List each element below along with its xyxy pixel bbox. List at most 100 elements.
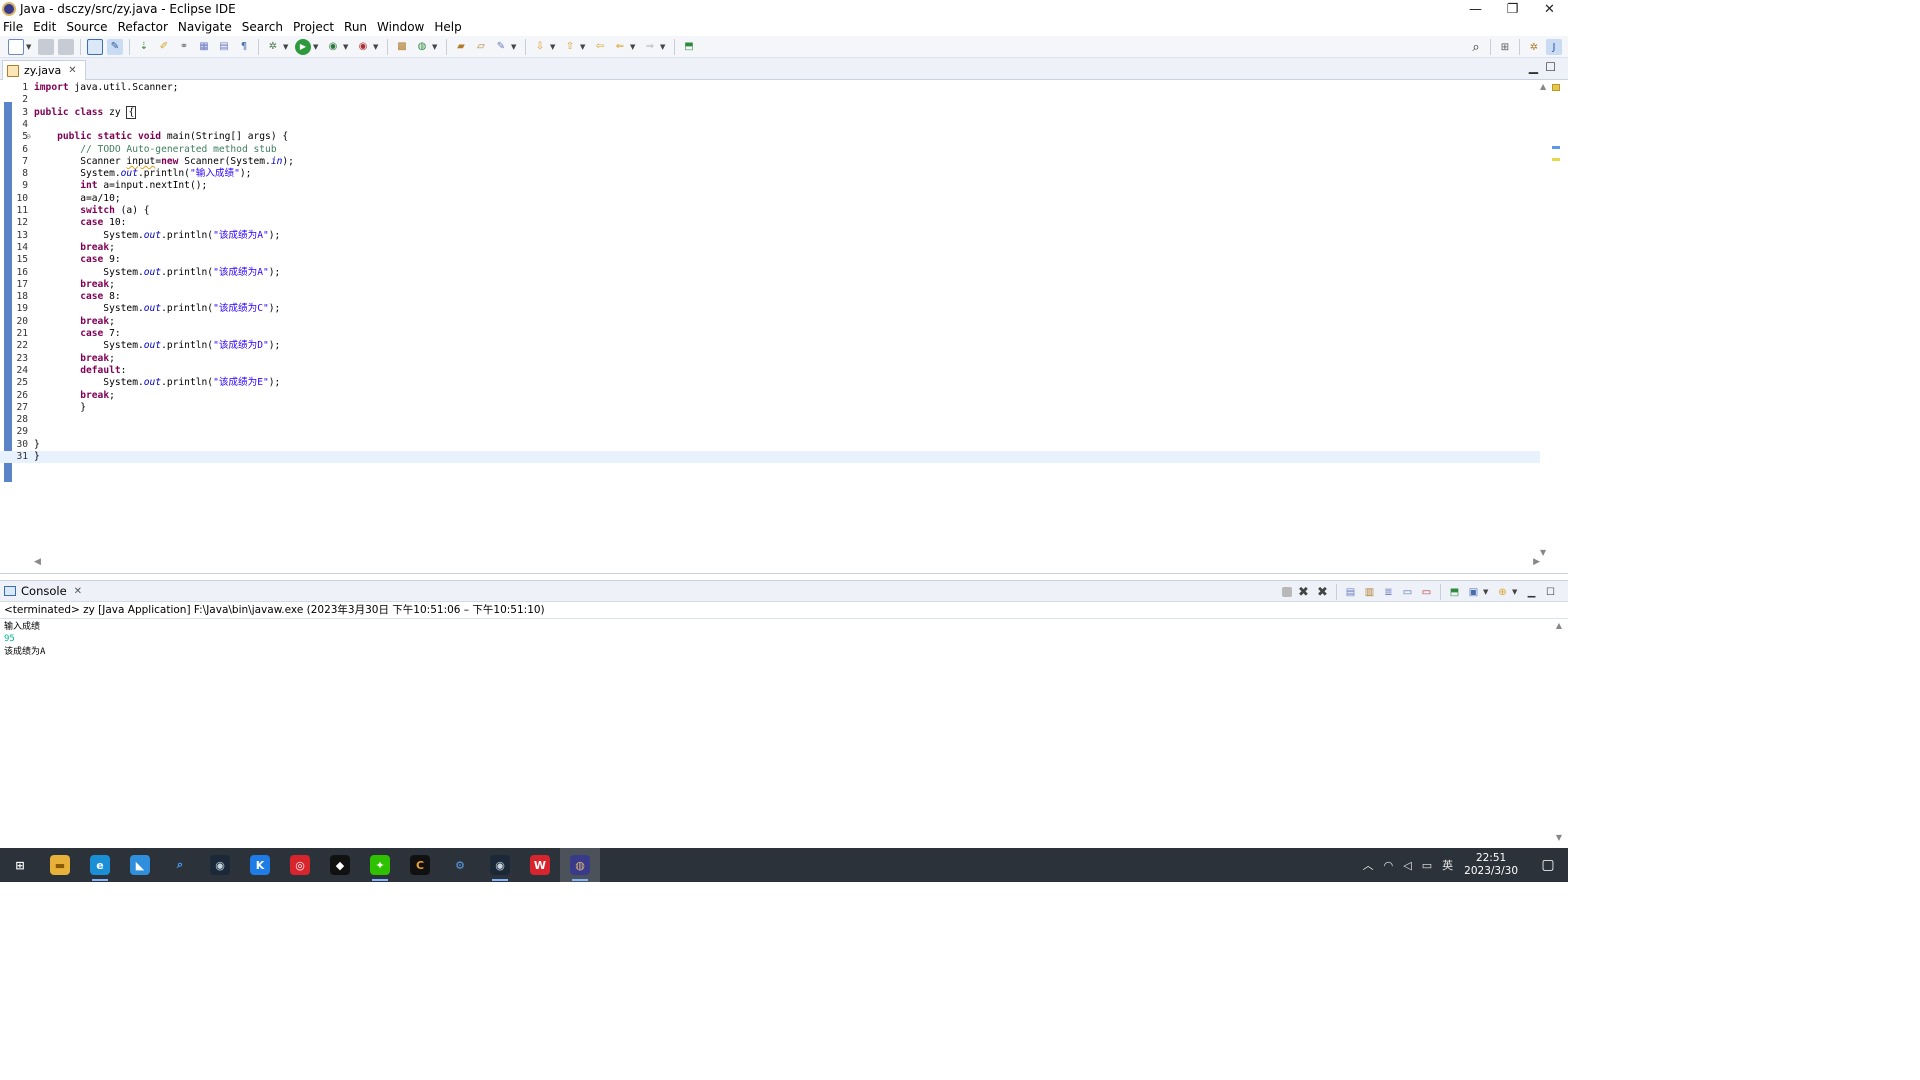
battery-icon[interactable]: ▭ xyxy=(1422,859,1432,872)
remove-launch-icon[interactable]: ✖ xyxy=(1296,585,1311,600)
code-line[interactable]: 21 case 7: xyxy=(0,328,1540,340)
overview-ruler[interactable]: ▲ ▼ xyxy=(1540,80,1562,560)
code-editor[interactable]: 1 import java.util.Scanner; 2 3 public class… xyxy=(0,80,1568,574)
open-task-icon[interactable]: ▱ xyxy=(473,39,489,55)
code-line[interactable]: 30} xyxy=(0,439,1540,451)
forward-icon[interactable]: ⇒ xyxy=(642,39,658,55)
taskbar-app[interactable]: ⊞ xyxy=(0,848,40,882)
new-class-dropdown-icon[interactable]: ▼ xyxy=(432,43,439,51)
clock[interactable]: 22:51 2023/3/30 xyxy=(1464,852,1518,878)
code-line[interactable]: 13 System.out.println("该成绩为A"); xyxy=(0,230,1540,242)
search-icon[interactable]: ⌕ xyxy=(1468,39,1484,55)
toggle-mark-occurrences-icon[interactable]: ✎ xyxy=(107,38,123,55)
show-on-stdout-icon[interactable]: ▭ xyxy=(1400,585,1415,600)
menu-refactor[interactable]: Refactor xyxy=(118,20,168,34)
code-line[interactable]: 11 switch (a) { xyxy=(0,205,1540,217)
fold-toggle-icon[interactable]: ⊖ xyxy=(26,131,31,143)
taskbar-app[interactable]: ▬ xyxy=(40,848,80,882)
run-dropdown-icon[interactable]: ▼ xyxy=(313,43,320,51)
volume-icon[interactable]: ◁ xyxy=(1403,859,1411,872)
terminate-icon[interactable] xyxy=(1282,587,1292,597)
show-whitespace-icon[interactable]: ▤ xyxy=(216,39,232,55)
previous-edit-icon[interactable]: ⇧ xyxy=(562,39,578,55)
block-selection-icon[interactable]: ▦ xyxy=(196,39,212,55)
save-all-icon[interactable] xyxy=(58,38,74,55)
code-line[interactable]: 26 break; xyxy=(0,390,1540,402)
open-console-menu-icon[interactable]: ▼ xyxy=(1512,588,1519,596)
code-line[interactable]: 27 } xyxy=(0,402,1540,414)
show-on-stderr-icon[interactable]: ▭ xyxy=(1419,585,1434,600)
remove-all-terminated-icon[interactable]: ✖ xyxy=(1315,585,1330,600)
close-tab-icon[interactable]: ✕ xyxy=(68,65,76,76)
code-line[interactable]: 22 System.out.println("该成绩为D"); xyxy=(0,340,1540,352)
code-line[interactable]: 28 xyxy=(0,414,1540,426)
debug-icon[interactable]: ✲ xyxy=(265,39,281,55)
back-dropdown-icon[interactable]: ▼ xyxy=(630,43,637,51)
code-line[interactable]: 23 break; xyxy=(0,353,1540,365)
menu-edit[interactable]: Edit xyxy=(33,20,56,34)
minimize-console-icon[interactable]: ▁ xyxy=(1524,585,1539,600)
notification-center-icon[interactable]: ▢ xyxy=(1528,848,1568,882)
java-perspective-icon[interactable]: J xyxy=(1546,39,1562,55)
run-icon[interactable]: ▶ xyxy=(295,38,311,55)
display-console-dropdown-icon[interactable]: ▼ xyxy=(1483,588,1490,596)
taskbar-app[interactable]: e xyxy=(80,848,120,882)
next-edit-dropdown-icon[interactable]: ▼ xyxy=(550,43,557,51)
code-line[interactable]: 19 System.out.println("该成绩为C"); xyxy=(0,303,1540,315)
menu-navigate[interactable]: Navigate xyxy=(178,20,232,34)
new-dropdown-icon[interactable]: ▼ xyxy=(26,43,33,51)
scroll-up-icon[interactable]: ▲ xyxy=(1540,82,1546,91)
open-type-icon[interactable]: ▰ xyxy=(453,39,469,55)
code-line[interactable]: 8 System.out.println("输入成绩"); xyxy=(0,168,1540,180)
scroll-lock-icon[interactable]: ▥ xyxy=(1362,585,1377,600)
next-annotation-icon[interactable]: ⇣ xyxy=(136,39,152,55)
network-icon[interactable]: ◠ xyxy=(1384,859,1394,872)
taskbar-app[interactable]: ◎ xyxy=(280,848,320,882)
code-line[interactable]: 12 case 10: xyxy=(0,217,1540,229)
console-scroll-up-icon[interactable]: ▲ xyxy=(1556,621,1562,630)
external-tools-icon[interactable]: ◉ xyxy=(355,39,371,55)
scroll-down-icon[interactable]: ▼ xyxy=(1540,548,1546,557)
minimize-button[interactable]: — xyxy=(1457,0,1494,18)
back-icon[interactable]: ⇐ xyxy=(612,39,628,55)
code-line[interactable]: 24 default: xyxy=(0,365,1540,377)
code-line[interactable]: 7 Scanner input=new Scanner(System.in); xyxy=(0,156,1540,168)
menu-file[interactable]: File xyxy=(3,20,23,34)
warning-marker-icon[interactable] xyxy=(1552,84,1560,91)
scroll-right-icon[interactable]: ▶ xyxy=(1533,557,1540,567)
close-window-button[interactable]: ✕ xyxy=(1531,0,1568,18)
tab-zy-java[interactable]: zy.java ✕ xyxy=(2,60,86,80)
maximize-editor-icon[interactable]: ☐ xyxy=(1545,60,1556,74)
code-line[interactable]: 6 // TODO Auto-generated method stub xyxy=(0,144,1540,156)
task-marker-icon[interactable] xyxy=(1552,158,1560,161)
tab-console[interactable]: Console ✕ xyxy=(4,584,82,598)
code-line[interactable]: 10 a=a/10; xyxy=(0,193,1540,205)
coverage-dropdown-icon[interactable]: ▼ xyxy=(343,43,350,51)
console-output[interactable]: ▲ ▼ 输入成绩 95 该成绩为A xyxy=(0,618,1568,844)
coverage-icon[interactable]: ◉ xyxy=(325,39,341,55)
code-line[interactable]: 1 import java.util.Scanner; xyxy=(0,82,1540,94)
menu-help[interactable]: Help xyxy=(434,20,461,34)
taskbar-app[interactable]: ◍ xyxy=(560,848,600,882)
menu-run[interactable]: Run xyxy=(344,20,367,34)
search-tool-dropdown-icon[interactable]: ▼ xyxy=(511,43,518,51)
pin-editor-icon[interactable]: ⬒ xyxy=(681,39,697,55)
word-wrap-icon[interactable]: ≣ xyxy=(1381,585,1396,600)
new-java-package-icon[interactable]: ▩ xyxy=(394,39,410,55)
code-line[interactable]: 16 System.out.println("该成绩为A"); xyxy=(0,267,1540,279)
show-hidden-icons-icon[interactable]: ︿ xyxy=(1363,857,1374,873)
external-tools-dropdown-icon[interactable]: ▼ xyxy=(373,43,380,51)
restore-button[interactable]: ❐ xyxy=(1494,0,1531,18)
paragraph-icon[interactable]: ¶ xyxy=(236,39,252,55)
code-line[interactable]: 9 int a=input.nextInt(); xyxy=(0,180,1540,192)
code-line[interactable]: 20 break; xyxy=(0,316,1540,328)
taskbar-app[interactable]: C xyxy=(400,848,440,882)
display-selected-console-icon[interactable]: ▣ xyxy=(1466,585,1481,600)
open-console-icon[interactable] xyxy=(87,38,103,55)
code-line[interactable]: 17 break; xyxy=(0,279,1540,291)
highlight-icon[interactable]: ✐ xyxy=(156,39,172,55)
editor-horizontal-scrollbar[interactable]: ◀ ▶ xyxy=(34,557,1540,567)
code-line[interactable]: 25 System.out.println("该成绩为E"); xyxy=(0,377,1540,389)
code-line[interactable]: 5 ⊖ public static void main(String[] args… xyxy=(0,131,1540,143)
taskbar-app[interactable]: ◆ xyxy=(320,848,360,882)
